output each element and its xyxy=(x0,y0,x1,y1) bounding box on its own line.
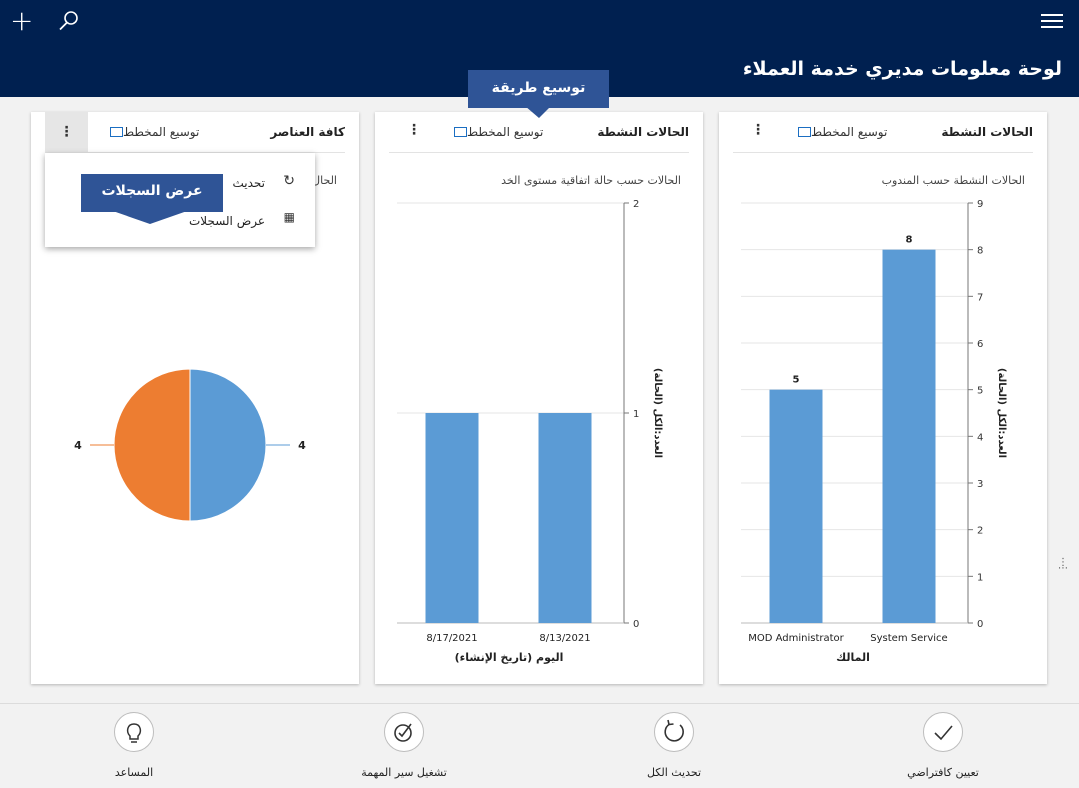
y-tick-label: 0 xyxy=(633,619,639,630)
menu-item-view-records-label: عرض السجلات xyxy=(188,214,265,228)
callout-pointer xyxy=(110,210,190,224)
card-active-cases-sla: الحالات النشطة توسيع المخطط ⋮ الحالات حس… xyxy=(375,112,703,684)
data-label: 8 xyxy=(906,235,913,246)
callout-view-records: عرض السجلات xyxy=(81,174,223,212)
data-label: 5 xyxy=(793,375,800,386)
y-tick-label: 9 xyxy=(977,199,983,210)
expand-icon xyxy=(798,127,811,137)
bar xyxy=(882,249,936,623)
y-axis-label: (العدد:الكل (الحالة xyxy=(996,368,1007,458)
more-options-button[interactable]: ⋮ xyxy=(45,112,88,152)
command-bar: تعيين كافتراضي تحديث الكل تشغيل سير المه… xyxy=(0,703,1079,788)
menu-item-refresh-label: تحديث xyxy=(232,176,265,190)
y-tick-label: 6 xyxy=(977,339,983,350)
expand-chart-label: توسيع المخطط xyxy=(811,125,888,139)
y-tick-label: 8 xyxy=(977,246,983,257)
assistant-label: المساعد xyxy=(114,766,154,779)
y-axis-label: (العدد:الكل (الحالة xyxy=(652,368,663,458)
bar xyxy=(538,413,592,623)
x-tick-label: MOD Administrator xyxy=(748,633,844,644)
refresh-all-label: تحديث الكل xyxy=(646,766,702,779)
run-flow-icon xyxy=(384,712,424,752)
bar-chart-owner[interactable]: 0 1 2 3 4 5 6 7 8 9 5 MOD Administrator 8 System Serv… xyxy=(719,192,1047,672)
lightbulb-icon xyxy=(114,712,154,752)
card-header: كافة العناصر توسيع المخطط ⋮ xyxy=(45,112,345,153)
assistant-button[interactable]: المساعد xyxy=(64,712,204,779)
plus-icon[interactable]: + xyxy=(10,7,33,35)
y-tick-label: 7 xyxy=(977,292,983,303)
x-axis-label: اليوم (تاريخ الإنشاء) xyxy=(455,651,564,664)
slice-label: 4 xyxy=(298,439,306,452)
run-flow-button[interactable]: تشغيل سير المهمة xyxy=(334,712,474,779)
refresh-icon xyxy=(654,712,694,752)
x-tick-label: System Service xyxy=(870,633,947,644)
y-tick-label: 2 xyxy=(977,526,983,537)
set-default-button[interactable]: تعيين كافتراضي xyxy=(873,712,1013,779)
expand-icon xyxy=(454,127,467,137)
card-active-cases-owner: الحالات النشطة توسيع المخطط ⋮ الحالات ال… xyxy=(719,112,1047,684)
pie-slice xyxy=(113,368,191,522)
card-title: كافة العناصر xyxy=(270,125,345,139)
y-tick-label: 0 xyxy=(977,619,983,630)
y-tick-label: 5 xyxy=(977,386,983,397)
more-options-button[interactable]: ⋮ xyxy=(751,122,765,138)
bar xyxy=(769,389,823,623)
y-tick-label: 1 xyxy=(633,409,639,420)
pie-chart[interactable]: 44 xyxy=(31,222,359,662)
set-default-label: تعيين كافتراضي xyxy=(907,766,979,779)
more-options-button[interactable]: ⋮ xyxy=(407,122,421,138)
page-title[interactable]: لوحة معلومات مديري خدمة العملاء xyxy=(743,58,1062,80)
chart-subtitle: الحالات النشطة حسب المندوب xyxy=(881,174,1025,187)
x-tick-label: 8/13/2021 xyxy=(539,633,590,644)
x-tick-label: 8/17/2021 xyxy=(426,633,477,644)
expand-chart-button[interactable]: توسيع المخطط xyxy=(793,125,887,139)
run-flow-label: تشغيل سير المهمة xyxy=(361,766,447,779)
y-tick-label: 2 xyxy=(633,199,639,210)
checkmark-icon xyxy=(923,712,963,752)
grid-icon: ▦ xyxy=(283,210,295,224)
x-axis-label: المالك xyxy=(836,651,870,664)
y-tick-label: 4 xyxy=(977,432,983,443)
slice-label: 4 xyxy=(74,439,82,452)
chart-subtitle: الحالات حسب حالة اتفاقية مستوى الخد xyxy=(501,174,681,187)
search-icon[interactable] xyxy=(58,10,80,32)
refresh-icon: ↻ xyxy=(283,173,295,189)
expand-icon xyxy=(110,127,123,137)
card-title: الحالات النشطة xyxy=(941,125,1033,139)
pie-slice xyxy=(189,368,267,522)
chart-subtitle: الحال xyxy=(312,174,337,187)
card-header: الحالات النشطة توسيع المخطط ⋮ xyxy=(733,112,1033,153)
callout-pointer xyxy=(525,106,551,118)
bar xyxy=(425,413,479,623)
refresh-all-button[interactable]: تحديث الكل xyxy=(604,712,744,779)
expand-chart-button[interactable]: توسيع المخطط xyxy=(105,125,199,139)
y-tick-label: 1 xyxy=(977,572,983,583)
expand-chart-label: توسيع المخطط xyxy=(123,125,200,139)
y-tick-label: 3 xyxy=(977,479,983,490)
hamburger-icon[interactable] xyxy=(1041,14,1063,30)
chevron-down-icon[interactable]: ⌄ xyxy=(756,62,768,78)
bar-chart-sla[interactable]: 0 1 2 8/17/2021 8/13/2021 اليوم (تاريخ الإنشا… xyxy=(375,192,703,672)
callout-expand-view: توسيع طريقة العرض xyxy=(468,70,609,132)
callout-view-records-text: عرض السجلات xyxy=(101,183,203,199)
card-title: الحالات النشطة xyxy=(597,125,689,139)
drag-handle[interactable]: ⋮ ⋯ xyxy=(1058,558,1068,574)
